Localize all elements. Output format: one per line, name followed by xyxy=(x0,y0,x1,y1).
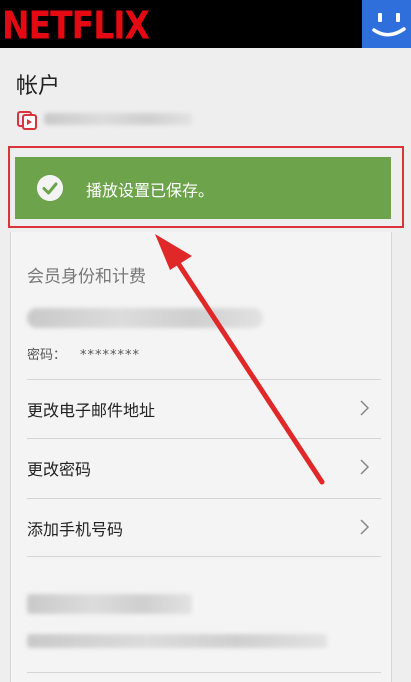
password-value: ******** xyxy=(80,348,141,363)
plan-info-redacted xyxy=(27,594,192,614)
app-header: NETFLIX xyxy=(0,0,411,48)
check-circle-icon xyxy=(37,175,63,201)
membership-section-title: 会员身份和计费 xyxy=(27,267,146,287)
member-card-icon xyxy=(17,111,37,130)
add-phone-link[interactable]: 添加手机号码 xyxy=(27,499,381,555)
plan-detail-redacted xyxy=(27,634,327,648)
change-password-label: 更改密码 xyxy=(27,460,92,479)
email-redacted xyxy=(27,308,263,328)
change-password-link[interactable]: 更改密码 xyxy=(27,439,381,495)
success-banner: 播放设置已保存。 xyxy=(15,157,391,219)
smiley-profile-icon xyxy=(362,0,411,48)
password-row: 密码： ******** xyxy=(27,344,140,363)
member-since-text-redacted xyxy=(44,113,192,125)
chevron-right-icon xyxy=(360,459,370,475)
profile-avatar[interactable] xyxy=(362,0,411,48)
password-label: 密码： xyxy=(27,348,67,363)
chevron-right-icon xyxy=(360,400,370,416)
add-phone-label: 添加手机号码 xyxy=(27,520,124,539)
chevron-right-icon xyxy=(360,519,370,535)
membership-card: 会员身份和计费 密码： ******** 更改电子邮件地址 更改密码 添加手机号码 xyxy=(10,232,392,682)
change-email-link[interactable]: 更改电子邮件地址 xyxy=(27,380,381,436)
banner-message: 播放设置已保存。 xyxy=(86,181,215,200)
divider xyxy=(27,556,381,557)
divider xyxy=(27,672,381,673)
change-email-label: 更改电子邮件地址 xyxy=(27,401,156,420)
netflix-logo[interactable]: NETFLIX xyxy=(2,3,150,48)
page-title: 帐户 xyxy=(16,74,61,99)
